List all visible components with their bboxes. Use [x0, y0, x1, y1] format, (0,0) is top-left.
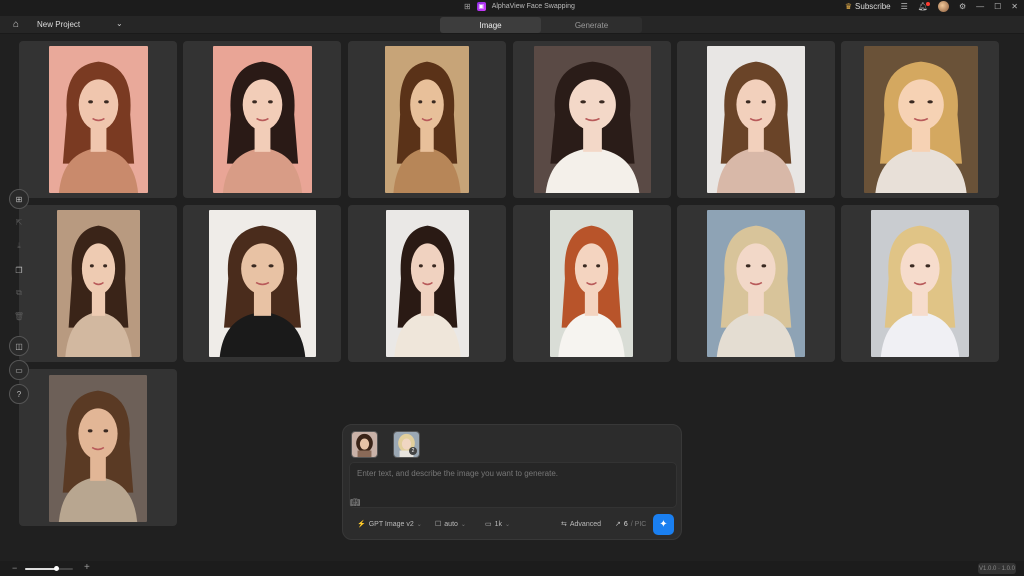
gear-icon[interactable]: ⚙	[959, 2, 966, 11]
thumb-count-badge: 2	[409, 447, 417, 455]
model-label: GPT Image v2	[368, 520, 414, 528]
aspect-label: auto	[444, 520, 458, 528]
minimize-icon[interactable]: —	[976, 2, 984, 11]
aspect-select[interactable]: ☐ auto ⌄	[435, 520, 466, 529]
duplicate-icon[interactable]: ⧉	[9, 283, 29, 303]
bell-icon[interactable]: 🔔︎	[918, 2, 930, 11]
grid-icon[interactable]: ⊞	[464, 2, 471, 11]
project-toolbar: ⌂ New Project ⌄ Image Generate	[0, 16, 1024, 34]
layout-icon[interactable]: ▭	[9, 360, 29, 380]
title-bar-actions: ♛ Subscribe ☰ 🔔︎ ⚙ — ☐ ✕	[845, 1, 1018, 12]
help-icon[interactable]: ?	[9, 384, 29, 404]
credit-unit: / PIC	[630, 520, 647, 528]
portrait-image[interactable]	[707, 46, 805, 193]
portrait-image[interactable]	[386, 210, 469, 357]
chevron-down-icon[interactable]: ⌄	[116, 19, 123, 28]
credit-cost: ↗ 6 / PIC	[615, 520, 647, 529]
chevron-down-icon: ⌄	[416, 521, 422, 528]
spark-icon: ↗	[615, 521, 621, 528]
portrait-image[interactable]	[213, 46, 312, 193]
tab-image[interactable]: Image	[440, 17, 541, 33]
app-title: AlphaView Face Swapping	[491, 3, 575, 10]
monitor-icon: ▭	[485, 521, 492, 528]
mode-tabs: Image Generate	[440, 17, 642, 33]
portrait-image[interactable]	[550, 210, 633, 357]
portrait-image[interactable]	[864, 46, 978, 193]
portrait-image[interactable]	[707, 210, 805, 357]
prompt-library-icon[interactable]: 📖︎	[350, 498, 360, 507]
prompt-input[interactable]: Enter text, and describe the image you w…	[349, 462, 677, 508]
model-icon: ⚡	[357, 521, 366, 528]
download-icon[interactable]: ⤓	[9, 236, 29, 256]
zoom-in-icon[interactable]: +	[84, 562, 90, 573]
maximize-icon[interactable]: ☐	[994, 2, 1001, 11]
model-select[interactable]: ⚡ GPT Image v2 ⌄	[357, 520, 422, 529]
portrait-image[interactable]	[209, 210, 316, 357]
zoom-slider-handle[interactable]	[53, 566, 59, 571]
tab-generate[interactable]: Generate	[541, 17, 642, 33]
reference-thumb-1[interactable]	[351, 431, 378, 458]
status-bar: − + V1.0.0 · 1.0.0	[0, 561, 1024, 576]
sliders-icon: ⇆	[561, 521, 567, 528]
portrait-image[interactable]	[49, 375, 147, 522]
aspect-icon: ☐	[435, 521, 442, 528]
list-icon[interactable]: ☰	[901, 2, 908, 11]
advanced-label: Advanced	[569, 520, 602, 528]
resolution-label: 1k	[494, 520, 503, 528]
crown-icon: ♛	[844, 2, 853, 11]
app-logo-icon: ▣	[476, 2, 486, 11]
zoom-slider[interactable]	[25, 566, 73, 571]
copy-icon[interactable]: ❐	[9, 260, 29, 280]
title-center: ⊞ ▣ AlphaView Face Swapping	[464, 2, 575, 11]
portrait-image[interactable]	[49, 46, 148, 193]
subscribe-button[interactable]: ♛ Subscribe	[845, 2, 891, 11]
credit-count: 6	[623, 520, 628, 528]
trash-icon[interactable]: 🗑︎	[9, 306, 29, 326]
subscribe-label: Subscribe	[855, 2, 891, 11]
title-bar: ⊞ ▣ AlphaView Face Swapping ♛ Subscribe …	[0, 0, 1024, 16]
reference-thumb-2[interactable]: 2	[393, 431, 420, 458]
portrait-image[interactable]	[534, 46, 651, 193]
export-icon[interactable]: ⇱	[9, 212, 29, 232]
resolution-select[interactable]: ▭ 1k ⌄	[485, 520, 511, 529]
zoom-slider-fill	[25, 568, 57, 570]
advanced-button[interactable]: ⇆ Advanced	[561, 520, 602, 529]
project-name[interactable]: New Project	[37, 20, 80, 29]
generate-button[interactable]: ✦	[653, 514, 674, 535]
chevron-down-icon: ⌄	[505, 521, 511, 528]
home-icon[interactable]: ⌂	[13, 19, 19, 30]
avatar[interactable]	[937, 1, 949, 12]
version-badge: V1.0.0 · 1.0.0	[978, 563, 1016, 574]
left-toolbar: ⊞ ⇱ ⤓ ❐ ⧉ 🗑︎ ◫ ▭ ?	[8, 189, 30, 406]
close-icon[interactable]: ✕	[1011, 2, 1018, 11]
portrait-image[interactable]	[871, 210, 969, 357]
zoom-out-icon[interactable]: −	[12, 563, 17, 573]
portrait-image[interactable]	[57, 210, 140, 357]
notification-dot	[925, 2, 930, 6]
prompt-panel: 2 Enter text, and describe the image you…	[342, 424, 682, 540]
portrait-image[interactable]	[385, 46, 469, 193]
add-image-icon[interactable]: ⊞	[9, 189, 29, 209]
chevron-down-icon: ⌄	[460, 521, 466, 528]
book-icon[interactable]: ◫	[9, 336, 29, 356]
